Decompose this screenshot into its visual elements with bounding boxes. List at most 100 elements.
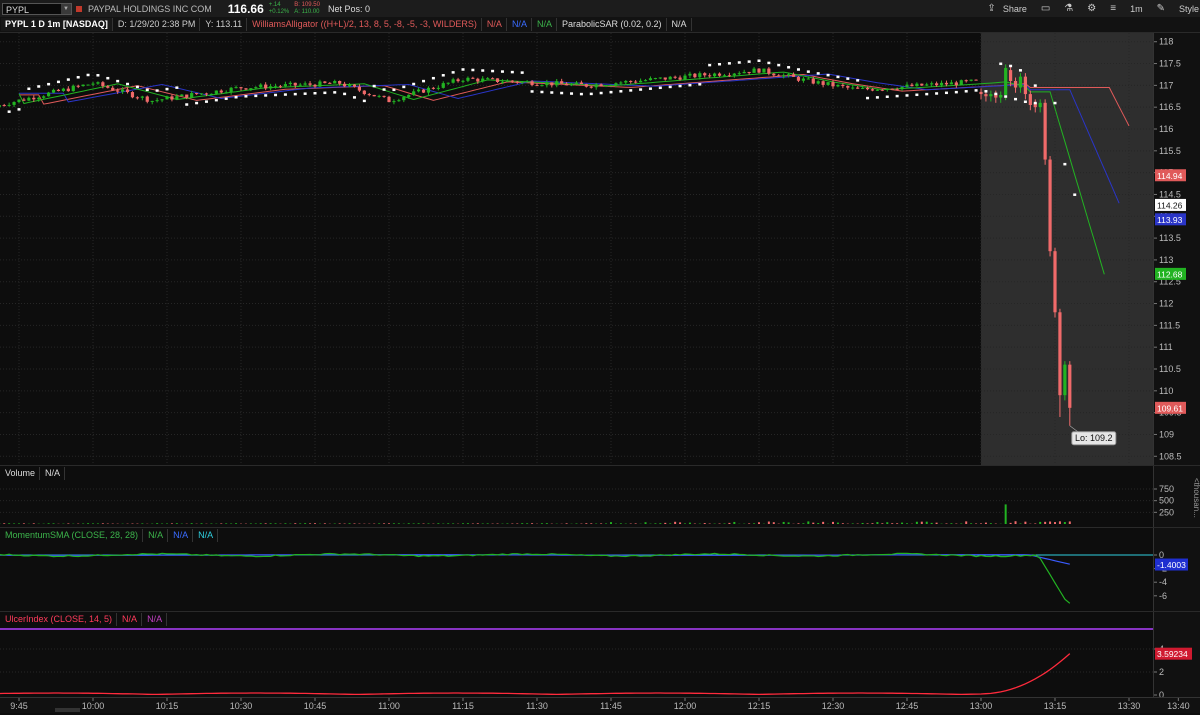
candle-body [318,81,321,86]
volume-bar [758,522,760,524]
candle-body [683,76,686,80]
sar-dot [639,88,642,91]
momentum-pane[interactable]: MomentumSMA (CLOSE, 28, 28) N/A N/A N/A … [0,527,1200,611]
candle-body [970,80,973,81]
volume-tick-label: 750 [1159,484,1174,494]
volume-bar [812,523,814,524]
sar-dot [57,81,60,84]
symbol-input[interactable]: PYPL ▼ [2,3,72,15]
price-tick-label: 109 [1159,429,1174,439]
sar-dot [836,76,839,79]
candle-body [382,96,385,97]
candle-body [649,78,652,80]
sar-dot [679,85,682,88]
menu-icon[interactable]: ≡ [1110,3,1116,14]
chart-title[interactable]: PYPL 1 D 1m [NASDAQ] [1,18,113,31]
volume-bar [659,523,661,524]
volume-axis[interactable]: 750500250<thousan... [1153,466,1200,527]
sar-dot [314,92,317,95]
candle-body [407,95,410,97]
candle-body [639,81,642,83]
horizontal-scrollbar[interactable] [55,708,80,712]
sar-dot [570,92,573,95]
extended-hours-shade [981,33,1153,465]
candle-body [713,74,716,77]
sar-dot [353,96,356,99]
candle-body [782,75,785,76]
sar-dot [274,94,277,97]
volume-bar [921,522,923,524]
candle-body [1024,77,1027,94]
volume-bar [590,523,592,524]
volume-bar [191,523,193,524]
price-chart[interactable]: Lo: 109.2 [0,33,1153,465]
sar-dot [284,93,287,96]
candle-body [417,90,420,92]
volume-bar [171,523,173,524]
volume-bar [585,523,587,524]
ulcer-chart[interactable] [0,612,1153,698]
volume-bar [526,523,528,524]
price-pane[interactable]: Lo: 109.2 118117.5117116.5116115.5115114… [0,32,1200,465]
sar-study-label[interactable]: ParabolicSAR (0.02, 0.2) [558,18,667,31]
candle-body [787,74,790,75]
volume-bar [477,523,479,524]
momentum-chart[interactable] [0,528,1153,611]
price-axis[interactable]: 118117.5117116.5116115.5115114.5114113.5… [1153,33,1200,465]
sar-dot [156,89,159,92]
volume-bar [437,523,439,524]
volume-bar [669,523,671,524]
volume-pane[interactable]: Volume N/A 750500250<thousan... [0,465,1200,527]
volume-chart[interactable] [0,466,1153,527]
price-tick-label: 117 [1159,80,1173,90]
volume-bar [837,523,839,524]
alligator-lips-line [19,72,1104,274]
candle-body [560,81,563,83]
drawing-icon[interactable]: ✎ [1157,3,1165,14]
candle-body [575,82,578,83]
alligator-study-label[interactable]: WilliamsAlligator ((H+L)/2, 13, 8, 5, -8… [248,18,482,31]
candle-body [762,69,765,73]
flask-icon[interactable]: ⚗ [1064,3,1073,14]
ulcer-axis[interactable]: 4203.59234 [1153,612,1200,698]
volume-bar [408,523,410,524]
sar-dot [264,94,267,97]
volume-bar [748,523,750,524]
time-tick-label: 9:45 [10,701,28,711]
alligator-jaw-line [19,74,1119,203]
share-icon[interactable]: ⇪ [987,3,995,14]
gear-icon[interactable]: ⚙ [1087,3,1096,14]
sar-dot [205,100,208,103]
symbol-dropdown-icon[interactable]: ▼ [61,4,71,14]
candle-body [693,74,696,77]
candle-body [535,85,538,86]
share-button[interactable]: Share [1003,4,1027,14]
candle-body [210,94,213,95]
volume-bar [378,523,380,524]
candle-body [259,85,262,88]
candle-body [634,82,637,83]
volume-bar [876,522,878,524]
volume-bar [788,522,790,524]
timeframe-button[interactable]: 1m [1130,4,1143,14]
window-icon[interactable]: ▭ [1041,3,1050,14]
volume-bar [270,523,272,524]
sar-dot [304,92,307,95]
candle-body [126,89,129,92]
candle-body [244,88,247,89]
time-axis[interactable]: 9:4510:0010:1510:3010:4511:0011:1511:301… [0,697,1200,713]
candle-body [412,91,415,95]
ulcer-pane[interactable]: UlcerIndex (CLOSE, 14, 5) N/A N/A 4203.5… [0,611,1200,698]
candle-body [72,86,75,91]
ulcer-tick-label: 2 [1159,667,1164,677]
candle-body [452,79,455,82]
momentum-average-line [0,555,1070,565]
candle-body [230,88,233,93]
candle-body [1063,365,1066,396]
sar-dot [659,87,662,90]
momentum-axis[interactable]: 0-2-4-6-1.4003 [1153,528,1200,611]
sar-dot [846,77,849,80]
candle-body [387,97,390,102]
style-button[interactable]: Style [1179,4,1199,14]
price-tag-label: 114.94 [1157,171,1183,181]
